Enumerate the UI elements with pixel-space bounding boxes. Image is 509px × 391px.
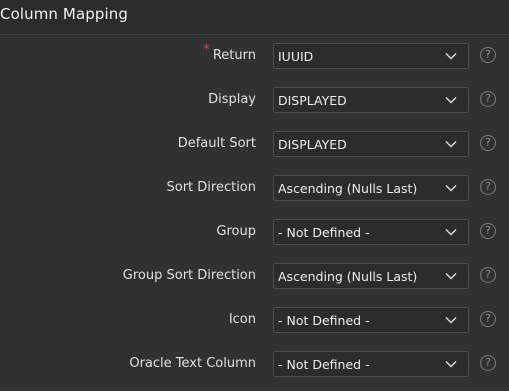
panel-header: Column Mapping: [0, 0, 509, 35]
required-asterisk-icon: *: [202, 42, 210, 58]
help-icon[interactable]: ?: [480, 179, 496, 195]
chevron-down-icon: [445, 228, 457, 236]
field-row-display: Display DISPLAYED ?: [0, 79, 509, 123]
group-select[interactable]: - Not Defined -: [273, 219, 469, 245]
field-label-oracle-text-column: Oracle Text Column: [129, 356, 256, 371]
help-icon[interactable]: ?: [480, 311, 496, 327]
select-value: Ascending (Nulls Last): [278, 269, 418, 284]
group-sort-direction-select[interactable]: Ascending (Nulls Last): [273, 263, 469, 289]
select-value: - Not Defined -: [278, 225, 370, 240]
select-value: DISPLAYED: [278, 137, 347, 152]
chevron-down-icon: [445, 272, 457, 280]
chevron-down-icon: [445, 52, 457, 60]
field-row-oracle-text-column: Oracle Text Column - Not Defined - ?: [0, 343, 509, 387]
field-row-default-sort: Default Sort DISPLAYED ?: [0, 123, 509, 167]
sort-direction-select[interactable]: Ascending (Nulls Last): [273, 175, 469, 201]
field-label-return: * Return: [203, 42, 256, 63]
select-value: - Not Defined -: [278, 313, 370, 328]
chevron-down-icon: [445, 316, 457, 324]
panel-title: Column Mapping: [0, 5, 128, 23]
field-row-icon: Icon - Not Defined - ?: [0, 299, 509, 343]
help-icon[interactable]: ?: [480, 91, 496, 107]
select-value: - Not Defined -: [278, 357, 370, 372]
icon-select[interactable]: - Not Defined -: [273, 307, 469, 333]
field-label-group: Group: [216, 224, 256, 239]
select-value: Ascending (Nulls Last): [278, 181, 418, 196]
field-row-group: Group - Not Defined - ?: [0, 211, 509, 255]
select-value: IUUID: [278, 49, 314, 64]
field-label-display: Display: [208, 92, 256, 107]
help-icon[interactable]: ?: [480, 135, 496, 151]
help-icon[interactable]: ?: [480, 267, 496, 283]
display-select[interactable]: DISPLAYED: [273, 87, 469, 113]
field-row-sort-direction: Sort Direction Ascending (Nulls Last) ?: [0, 167, 509, 211]
field-label-default-sort: Default Sort: [177, 136, 256, 151]
chevron-down-icon: [445, 140, 457, 148]
field-row-group-sort-direction: Group Sort Direction Ascending (Nulls La…: [0, 255, 509, 299]
default-sort-select[interactable]: DISPLAYED: [273, 131, 469, 157]
help-icon[interactable]: ?: [480, 355, 496, 371]
chevron-down-icon: [445, 184, 457, 192]
divider: [0, 388, 509, 389]
help-icon[interactable]: ?: [480, 47, 496, 63]
field-label-text: Return: [212, 48, 256, 63]
return-select[interactable]: IUUID: [273, 43, 469, 69]
field-row-return: * Return IUUID ?: [0, 35, 509, 79]
select-value: DISPLAYED: [278, 93, 347, 108]
field-label-icon: Icon: [228, 312, 256, 327]
help-icon[interactable]: ?: [480, 223, 496, 239]
chevron-down-icon: [445, 96, 457, 104]
oracle-text-column-select[interactable]: - Not Defined -: [273, 351, 469, 377]
column-mapping-panel: Column Mapping * Return IUUID ? Display …: [0, 0, 509, 391]
field-label-group-sort-direction: Group Sort Direction: [122, 268, 256, 283]
field-label-sort-direction: Sort Direction: [166, 180, 256, 195]
chevron-down-icon: [445, 360, 457, 368]
